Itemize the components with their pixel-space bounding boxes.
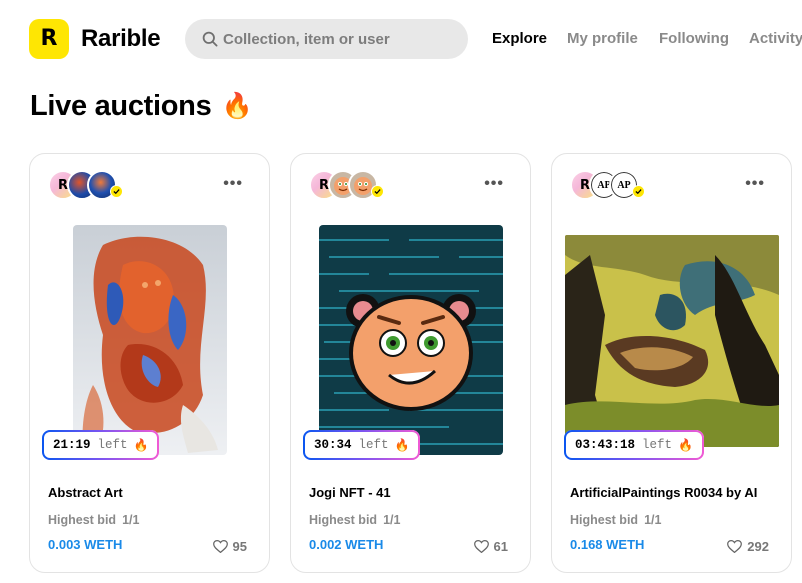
heart-icon [727,540,743,553]
bid-info: Highest bid 1/1 [570,513,661,527]
timer-value: 03:43:18 [575,438,636,452]
more-icon[interactable]: ••• [223,176,243,192]
verified-icon [371,185,384,198]
heart-icon [473,540,489,553]
logo-letter: R [40,26,58,51]
fire-icon: 🔥 [133,438,149,453]
like-button[interactable]: 95 [212,539,247,554]
section-title: Live auctions 🔥 [30,90,253,123]
section-title-text: Live auctions [30,90,212,122]
item-name[interactable]: Abstract Art [48,485,123,500]
fire-icon: 🔥 [678,438,693,453]
top-navigation: R Rarible Explore My profile Following A… [0,0,802,78]
bid-label: Highest bid [570,513,639,527]
timer-suffix: left [358,438,389,452]
more-icon[interactable]: ••• [484,176,504,192]
auction-card[interactable]: R ••• 30:34 left 🔥 Jogi NFT - 41 Highest… [290,153,531,573]
timer-suffix: left [97,438,128,452]
bid-amount[interactable]: 0.003 WETH [48,537,122,552]
like-count: 95 [232,539,247,554]
bid-amount[interactable]: 0.168 WETH [570,537,644,552]
nav-explore[interactable]: Explore [492,30,547,47]
search-bar[interactable] [185,19,468,59]
edition-count: 1/1 [383,513,401,527]
timer-value: 30:34 [314,438,352,452]
fire-icon: 🔥 [221,92,253,120]
fire-icon: 🔥 [394,438,410,453]
search-icon [202,31,218,47]
auction-card[interactable]: R ••• 21:19 left 🔥 Abstract Art Highest … [29,153,270,573]
like-count: 61 [493,539,508,554]
artwork-image[interactable] [565,235,779,447]
like-button[interactable]: 292 [727,539,769,554]
artwork-image[interactable] [73,225,227,455]
nav-activity[interactable]: Activity [749,30,802,47]
nav-my-profile[interactable]: My profile [567,30,638,47]
bid-amount[interactable]: 0.002 WETH [309,537,383,552]
auction-timer: 03:43:18 left 🔥 [564,430,704,460]
timer-value: 21:19 [53,438,91,452]
like-count: 292 [747,539,769,554]
item-name[interactable]: ArtificialPaintings R0034 by AI [570,485,757,500]
auction-timer: 21:19 left 🔥 [42,430,160,460]
like-button[interactable]: 61 [473,539,508,554]
timer-suffix: left [642,438,673,452]
heart-icon [212,540,228,553]
verified-icon [110,185,123,198]
edition-count: 1/1 [122,513,140,527]
search-input[interactable] [223,19,453,59]
more-icon[interactable]: ••• [745,176,765,192]
brand-name[interactable]: Rarible [81,25,161,53]
edition-count: 1/1 [644,513,662,527]
auction-card[interactable]: R AP AP ••• 03:43:18 left 🔥 ArtificialPa… [551,153,792,573]
bid-label: Highest bid [48,513,117,527]
nav-following[interactable]: Following [659,30,729,47]
bid-label: Highest bid [309,513,378,527]
verified-icon [632,185,645,198]
artwork-image[interactable] [319,225,503,455]
rarible-logo[interactable]: R [29,19,69,59]
bid-info: Highest bid 1/1 [48,513,139,527]
item-name[interactable]: Jogi NFT - 41 [309,485,391,500]
bid-info: Highest bid 1/1 [309,513,400,527]
auction-timer: 30:34 left 🔥 [303,430,421,460]
